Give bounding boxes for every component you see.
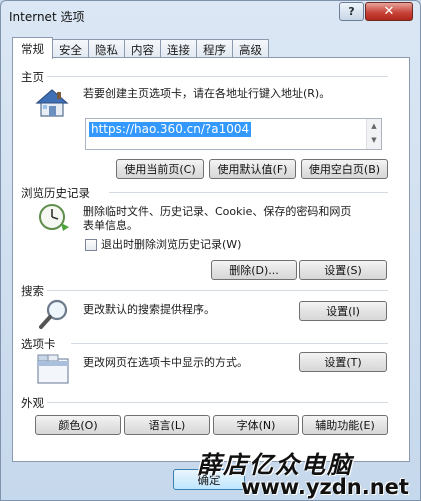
appearance-section-label: 外观 bbox=[21, 396, 44, 410]
close-icon: ✕ bbox=[383, 4, 395, 19]
fonts-button[interactable]: 字体(N) bbox=[213, 415, 299, 435]
search-divider bbox=[47, 290, 388, 291]
tabs-description: 更改网页在选项卡中显示的方式。 bbox=[83, 356, 248, 369]
tabs-divider bbox=[71, 343, 388, 344]
tab-connections[interactable]: 连接 bbox=[160, 39, 197, 59]
history-description-line2: 表单信息。 bbox=[83, 219, 138, 232]
history-section-label: 浏览历史记录 bbox=[21, 186, 90, 200]
magnifier-icon bbox=[37, 297, 71, 329]
title-bar[interactable]: Internet 选项 ? ✕ bbox=[1, 1, 420, 31]
search-description: 更改默认的搜索提供程序。 bbox=[83, 303, 215, 316]
help-icon: ? bbox=[348, 5, 355, 18]
help-button[interactable]: ? bbox=[339, 2, 364, 21]
homepage-url-textarea[interactable]: https://hao.360.cn/?a1004 ▲ ▼ bbox=[85, 118, 382, 150]
scroll-up-icon[interactable]: ▲ bbox=[367, 119, 381, 133]
delete-history-button[interactable]: 删除(D)... bbox=[211, 260, 297, 280]
delete-on-exit-label[interactable]: 退出时删除浏览历史记录(W) bbox=[101, 238, 241, 252]
history-divider bbox=[109, 192, 388, 193]
homepage-description: 若要创建主页选项卡，请在各地址行键入地址(R)。 bbox=[83, 87, 331, 100]
appearance-divider bbox=[47, 402, 388, 403]
tab-privacy[interactable]: 隐私 bbox=[88, 39, 125, 59]
history-settings-button[interactable]: 设置(S) bbox=[299, 260, 387, 280]
use-blank-button[interactable]: 使用空白页(B) bbox=[301, 159, 388, 179]
scroll-down-icon[interactable]: ▼ bbox=[367, 133, 381, 147]
languages-button[interactable]: 语言(L) bbox=[124, 415, 210, 435]
history-clock-icon bbox=[37, 201, 71, 233]
homepage-divider bbox=[47, 76, 388, 77]
url-scrollbar[interactable]: ▲ ▼ bbox=[366, 119, 381, 149]
tabs-settings-button[interactable]: 设置(T) bbox=[299, 352, 387, 372]
homepage-url-value[interactable]: https://hao.360.cn/?a1004 bbox=[89, 122, 252, 137]
colors-button[interactable]: 颜色(O) bbox=[35, 415, 121, 435]
tabs-section-label: 选项卡 bbox=[21, 337, 56, 351]
tab-security[interactable]: 安全 bbox=[52, 39, 89, 59]
tab-strip: 常规 安全 隐私 内容 连接 程序 高级 bbox=[12, 37, 269, 59]
accessibility-button[interactable]: 辅助功能(E) bbox=[302, 415, 388, 435]
tab-content[interactable]: 内容 bbox=[124, 39, 161, 59]
window-title: Internet 选项 bbox=[9, 10, 85, 24]
tabbed-window-icon bbox=[37, 353, 71, 385]
tab-general[interactable]: 常规 bbox=[12, 37, 53, 59]
search-settings-button[interactable]: 设置(I) bbox=[299, 301, 387, 321]
history-description-line1: 删除临时文件、历史记录、Cookie、保存的密码和网页 bbox=[83, 205, 352, 218]
homepage-section-label: 主页 bbox=[21, 70, 44, 84]
use-default-button[interactable]: 使用默认值(F) bbox=[209, 159, 296, 179]
watermark-url: www.yzdn.net bbox=[241, 475, 409, 499]
tab-programs[interactable]: 程序 bbox=[196, 39, 233, 59]
tab-advanced[interactable]: 高级 bbox=[232, 39, 269, 59]
close-button[interactable]: ✕ bbox=[365, 2, 413, 21]
internet-options-window: Internet 选项 ? ✕ 常规 安全 隐私 内容 连接 程序 高级 主页 … bbox=[0, 0, 421, 501]
house-icon bbox=[35, 87, 69, 119]
use-current-button[interactable]: 使用当前页(C) bbox=[116, 159, 204, 179]
delete-on-exit-checkbox[interactable] bbox=[85, 239, 97, 251]
